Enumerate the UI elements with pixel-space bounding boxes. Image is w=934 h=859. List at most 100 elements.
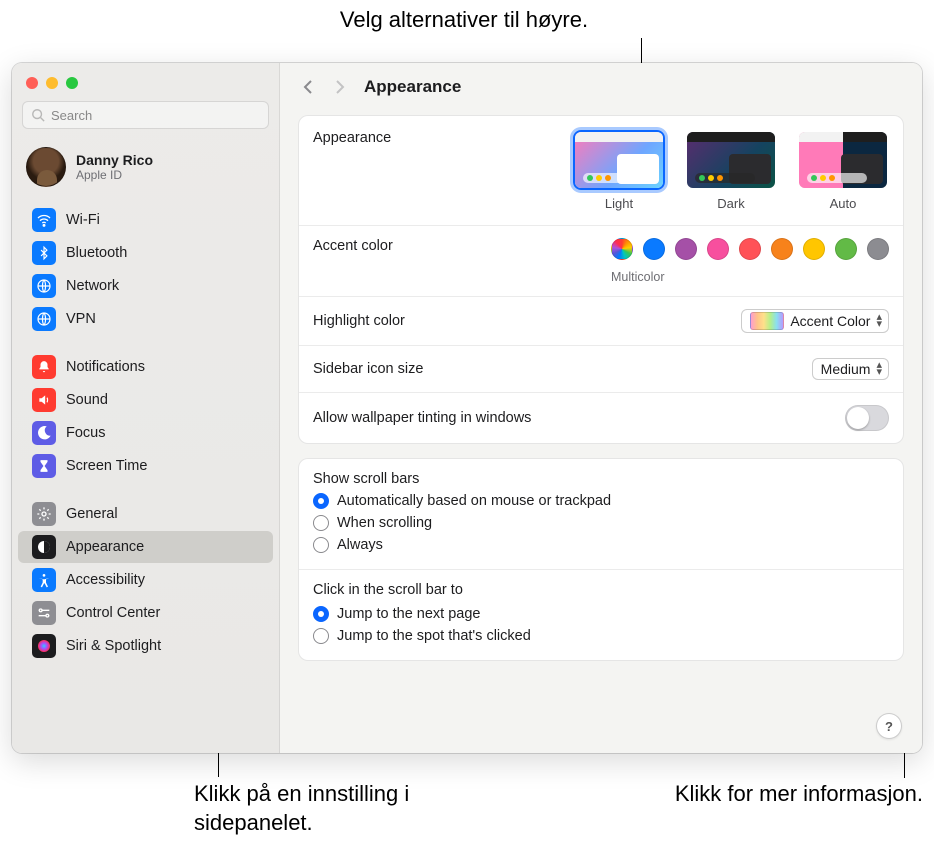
appearance-option-auto[interactable]: Auto — [797, 130, 889, 211]
close-window-button[interactable] — [26, 77, 38, 89]
sidebar-item-label: Accessibility — [66, 572, 145, 588]
appearance-icon — [32, 535, 56, 559]
sidebar-item-label: Sound — [66, 392, 108, 408]
sidebar-item-label: Bluetooth — [66, 245, 127, 261]
sidebar-item-notifications[interactable]: Notifications — [18, 351, 273, 383]
radio-icon — [313, 628, 329, 644]
bluetooth-icon — [32, 241, 56, 265]
scroll-opts-option-2[interactable]: Always — [313, 537, 611, 553]
appearance-options: Light Dark Auto — [573, 130, 889, 211]
accent-color-ffc600[interactable] — [803, 238, 825, 260]
click-opts-option-1[interactable]: Jump to the spot that's clicked — [313, 628, 889, 644]
sidebar-item-control-center[interactable]: Control Center — [18, 597, 273, 629]
accent-color-row — [611, 238, 889, 260]
radio-label: Jump to the next page — [337, 606, 481, 622]
sidebar-item-label: Network — [66, 278, 119, 294]
general-icon — [32, 502, 56, 526]
highlight-label: Highlight color — [313, 313, 405, 329]
minimize-window-button[interactable] — [46, 77, 58, 89]
appearance-option-label: Light — [573, 196, 665, 211]
sidebar-nav: Wi-Fi Bluetooth Network VPN Notifications Sou… — [12, 199, 279, 753]
sidebar-item-sound[interactable]: Sound — [18, 384, 273, 416]
appearance-option-label: Auto — [797, 196, 889, 211]
wallpaper-tint-switch[interactable] — [845, 405, 889, 431]
siri-icon — [32, 634, 56, 658]
radio-label: Automatically based on mouse or trackpad — [337, 493, 611, 509]
sidebar-item-wi-fi[interactable]: Wi-Fi — [18, 204, 273, 236]
search-icon — [31, 108, 45, 122]
highlight-color-popup[interactable]: Accent Color ▴▾ — [741, 309, 889, 333]
radio-icon — [313, 606, 329, 622]
zoom-window-button[interactable] — [66, 77, 78, 89]
accent-color-multicolor[interactable] — [611, 238, 633, 260]
screentime-icon — [32, 454, 56, 478]
bell-icon — [32, 355, 56, 379]
network-icon — [32, 274, 56, 298]
wifi-icon — [32, 208, 56, 232]
appearance-label: Appearance — [313, 130, 391, 146]
main-pane: Appearance Appearance Light Dark — [280, 63, 922, 753]
accent-color-ff5257[interactable] — [739, 238, 761, 260]
accent-color-f74f9e[interactable] — [707, 238, 729, 260]
sidebar-item-label: Wi-Fi — [66, 212, 100, 228]
appearance-option-dark[interactable]: Dark — [685, 130, 777, 211]
avatar — [26, 147, 66, 187]
sidebar-item-label: Siri & Spotlight — [66, 638, 161, 654]
radio-label: Always — [337, 537, 383, 553]
focus-icon — [32, 421, 56, 445]
accent-color-62ba46[interactable] — [835, 238, 857, 260]
sidebar-item-general[interactable]: General — [18, 498, 273, 530]
sidebar-item-label: Appearance — [66, 539, 144, 555]
sidebar-size-label: Sidebar icon size — [313, 361, 423, 377]
sidebar-size-popup[interactable]: Medium ▴▾ — [812, 358, 889, 380]
scrollbars-options: Automatically based on mouse or trackpad… — [313, 489, 611, 557]
accent-color-f7821b[interactable] — [771, 238, 793, 260]
help-button[interactable]: ? — [876, 713, 902, 739]
callout-top: Velg alternativer til høyre. — [294, 6, 634, 35]
radio-label: Jump to the spot that's clicked — [337, 628, 531, 644]
settings-window: Search Danny Rico Apple ID Wi-Fi Bluetoot… — [12, 63, 922, 753]
click-scroll-label: Click in the scroll bar to — [313, 582, 889, 602]
user-name: Danny Rico — [76, 152, 153, 168]
appearance-option-light[interactable]: Light — [573, 130, 665, 211]
sidebar-item-label: Screen Time — [66, 458, 147, 474]
controlcenter-icon — [32, 601, 56, 625]
accent-selected-name: Multicolor — [611, 270, 665, 284]
accessibility-icon — [32, 568, 56, 592]
sidebar: Search Danny Rico Apple ID Wi-Fi Bluetoot… — [12, 63, 280, 753]
back-button[interactable] — [294, 75, 322, 99]
sidebar-item-accessibility[interactable]: Accessibility — [18, 564, 273, 596]
callout-bottom-right: Klikk for mer informasjon. — [543, 780, 923, 809]
accent-color-a550a7[interactable] — [675, 238, 697, 260]
sidebar-item-label: Notifications — [66, 359, 145, 375]
accent-color-0a7aff[interactable] — [643, 238, 665, 260]
updown-icon: ▴▾ — [876, 362, 882, 376]
sidebar-item-network[interactable]: Network — [18, 270, 273, 302]
radio-label: When scrolling — [337, 515, 432, 531]
scrollbars-label: Show scroll bars — [299, 459, 903, 489]
sidebar-item-bluetooth[interactable]: Bluetooth — [18, 237, 273, 269]
search-placeholder: Search — [51, 108, 92, 123]
window-controls — [12, 63, 279, 97]
radio-icon — [313, 493, 329, 509]
sidebar-item-siri-spotlight[interactable]: Siri & Spotlight — [18, 630, 273, 662]
radio-icon — [313, 537, 329, 553]
toolbar: Appearance — [280, 63, 922, 111]
sidebar-item-appearance[interactable]: Appearance — [18, 531, 273, 563]
page-title: Appearance — [364, 77, 461, 97]
click-opts-option-0[interactable]: Jump to the next page — [313, 606, 889, 622]
apple-id-row[interactable]: Danny Rico Apple ID — [12, 139, 279, 199]
scroll-opts-option-1[interactable]: When scrolling — [313, 515, 611, 531]
appearance-option-label: Dark — [685, 196, 777, 211]
sidebar-item-focus[interactable]: Focus — [18, 417, 273, 449]
updown-icon: ▴▾ — [876, 314, 882, 328]
highlight-value: Accent Color — [790, 313, 870, 329]
sidebar-item-label: General — [66, 506, 118, 522]
scroll-opts-option-0[interactable]: Automatically based on mouse or trackpad — [313, 493, 611, 509]
sidebar-item-vpn[interactable]: VPN — [18, 303, 273, 335]
forward-button[interactable] — [326, 75, 354, 99]
sidebar-item-screen-time[interactable]: Screen Time — [18, 450, 273, 482]
search-input[interactable]: Search — [22, 101, 269, 129]
accent-color-8c8c91[interactable] — [867, 238, 889, 260]
sound-icon — [32, 388, 56, 412]
